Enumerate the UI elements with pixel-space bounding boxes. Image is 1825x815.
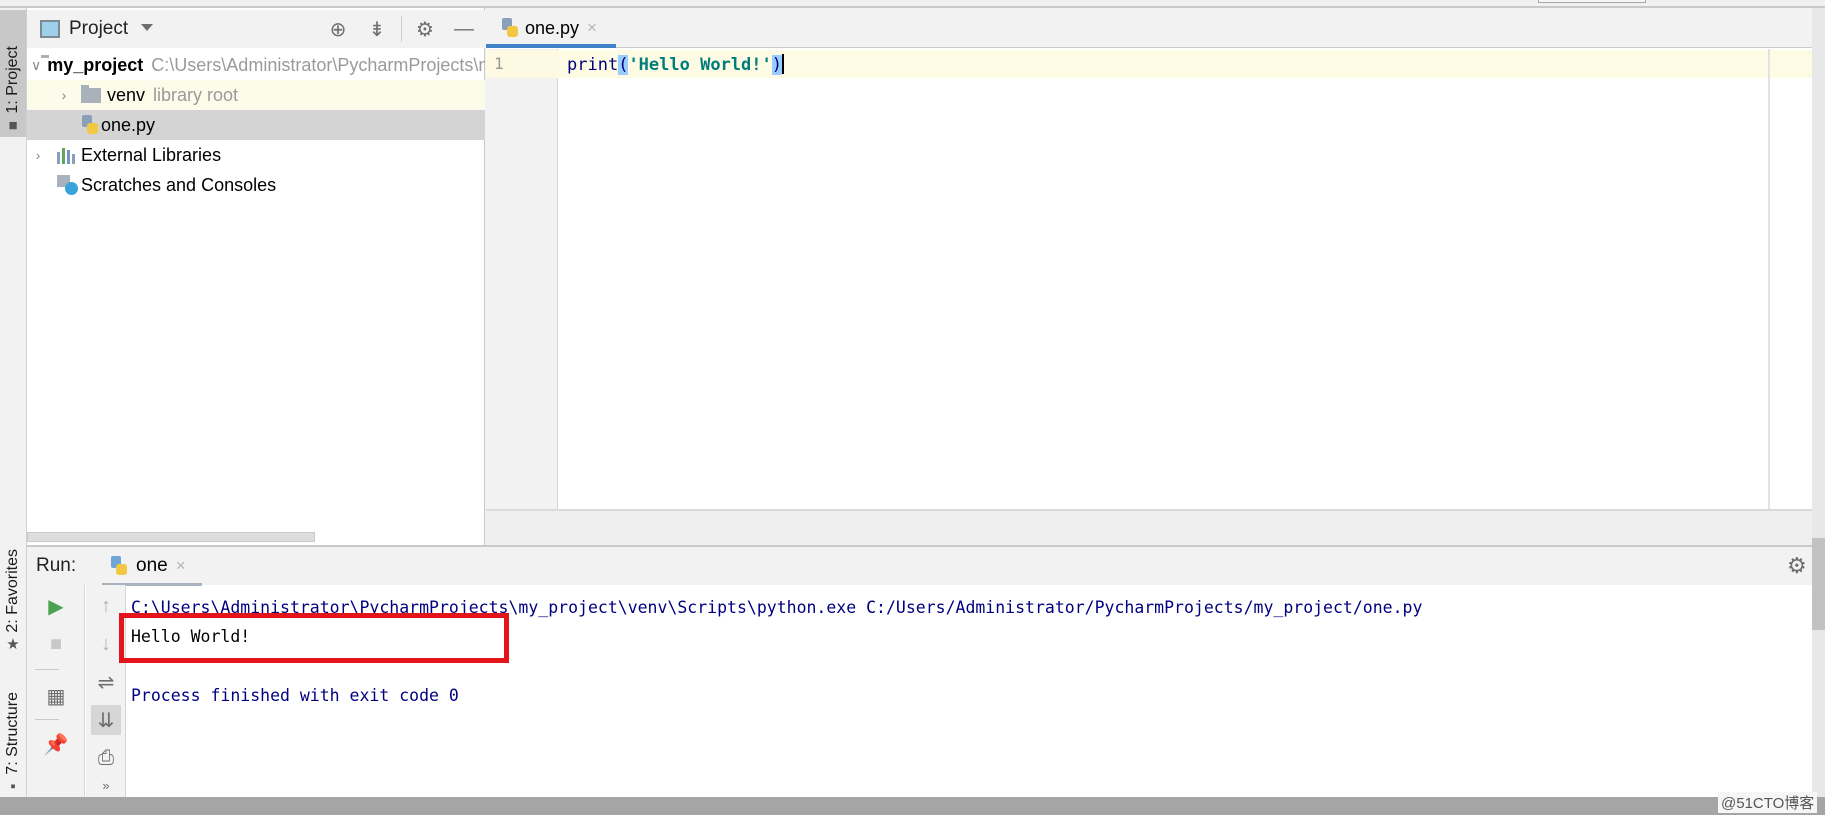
gear-icon[interactable]: ⚙ [412,16,438,42]
console-exit-line: Process finished with exit code 0 [131,686,459,705]
editor-tab-label: one.py [525,17,580,38]
run-panel: Run: one × ⚙ ▶ ■ ▦ 📌 ↑ ↓ ⇌ ⇊ ⎙ » C:\User… [27,545,1812,799]
stop-icon[interactable]: ■ [41,629,71,659]
tree-item-my-project[interactable]: ∨ my_project C:\Users\Administrator\Pych… [27,50,485,80]
layout-icon[interactable]: ▦ [41,681,71,711]
close-icon[interactable]: × [176,556,186,576]
tool-window-structure-button[interactable]: ▪ 7: Structure [0,672,26,798]
vertical-scrollbar[interactable] [1812,8,1825,797]
python-file-icon [81,115,99,135]
scratches-icon [57,174,79,196]
project-panel: Project ⊕ ⇟ ⚙ — ∨ my_project C:\Users\Ad… [27,8,485,545]
editor: one.py × 1 print('Hello World!') [486,8,1812,545]
tree-item-label: my_project [47,54,144,75]
print-icon[interactable]: ⎙ [91,743,121,773]
toolbar-separator [35,719,59,720]
tool-window-favorites-button[interactable]: ★ 2: Favorites [0,528,26,656]
right-margin-guide [1768,49,1770,509]
header-separator [401,16,402,42]
code-line[interactable]: print('Hello World!') [567,54,784,75]
python-icon [110,556,128,576]
tree-item-one-py[interactable]: one.py [27,110,485,140]
locate-icon[interactable]: ⊕ [325,16,351,42]
run-label: Run: [36,555,77,576]
tree-item-hint: library root [153,84,239,105]
editor-gutter [486,49,558,509]
run-panel-header: Run: one × ⚙ [27,547,1812,586]
pin-icon[interactable]: 📌 [41,729,71,759]
editor-tab-one-py[interactable]: one.py × [486,8,616,48]
collapse-all-icon[interactable]: ⇟ [364,16,390,42]
soft-wrap-icon[interactable]: ⇌ [91,667,121,697]
run-tab-label: one [136,555,168,576]
minimize-icon[interactable]: — [451,16,477,42]
active-tab-indicator [486,44,616,48]
code-paren-close: ) [771,55,782,75]
structure-icon: ▪ [10,778,16,795]
project-panel-header: Project ⊕ ⇟ ⚙ — [27,10,485,48]
code-string: 'Hello World!' [628,55,772,75]
text-caret [781,54,784,74]
code-function: print [567,55,619,75]
chevron-right-icon[interactable]: › [31,147,45,163]
editor-bottom-strip [486,509,1812,545]
scroll-to-end-icon[interactable]: ⇊ [91,705,121,735]
chevron-right-icon[interactable]: › [57,87,71,103]
tree-item-label: Scratches and Consoles [81,174,277,195]
folder-icon [81,84,101,103]
project-view-icon [40,20,60,38]
project-view-selector[interactable]: Project [69,18,128,40]
tree-item-label: one.py [101,114,156,135]
highlight-annotation-box [119,613,509,663]
chevron-down-icon[interactable] [141,24,153,31]
gear-icon[interactable]: ⚙ [1787,553,1807,579]
tree-item-label: External Libraries [81,144,222,165]
watermark: @51CTO博客 [1718,792,1818,813]
tree-item-scratches[interactable]: Scratches and Consoles [27,170,485,200]
folder-icon: ■ [8,117,18,134]
tree-item-label: venv [107,84,146,105]
toolbar-separator [35,669,59,670]
top-toolbar-button[interactable] [1538,0,1646,3]
tree-item-external-libraries[interactable]: › External Libraries [27,140,485,170]
libraries-icon [57,146,75,164]
arrow-up-icon[interactable]: ↑ [91,591,121,621]
code-paren-open: ( [618,55,629,75]
rerun-icon[interactable]: ▶ [41,591,71,621]
left-tool-stripe: ■ 1: Project ★ 2: Favorites ▪ 7: Structu… [0,8,27,797]
chevron-down-icon[interactable]: ∨ [31,57,41,74]
tool-window-structure-label: 7: Structure [4,692,21,775]
horizontal-scrollbar[interactable] [27,532,315,542]
star-icon: ★ [6,636,20,653]
tree-item-path: C:\Users\Administrator\PycharmProjects\m… [151,54,485,75]
editor-tab-bar: one.py × [486,8,1812,48]
more-icon[interactable]: » [91,775,121,795]
status-bar [0,797,1825,815]
arrow-down-icon[interactable]: ↓ [91,629,121,659]
tool-window-project-button[interactable]: ■ 1: Project [0,10,26,137]
tool-window-favorites-label: 2: Favorites [4,549,21,633]
close-icon[interactable]: × [587,18,597,38]
tool-window-project-label: 1: Project [4,46,21,114]
run-toolbar-primary: ▶ ■ ▦ 📌 [27,585,85,799]
run-tab-one[interactable]: one × [102,547,202,585]
line-number: 1 [494,54,504,73]
tree-item-venv[interactable]: › venv library root [27,80,485,110]
scrollbar-thumb[interactable] [1812,538,1825,630]
python-file-icon [501,18,519,38]
